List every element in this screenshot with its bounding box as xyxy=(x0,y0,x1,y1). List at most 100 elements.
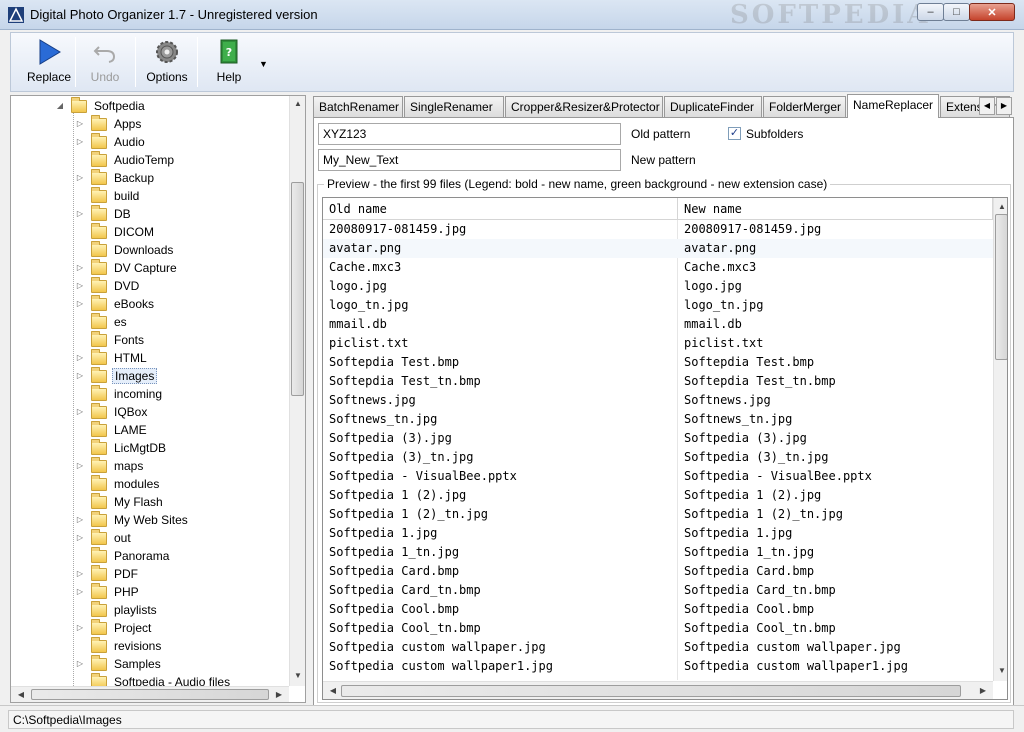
expand-icon[interactable]: ▷ xyxy=(75,353,85,362)
expand-icon[interactable]: ▷ xyxy=(75,263,85,272)
scroll-right-icon[interactable]: ▶ xyxy=(271,690,287,699)
close-button[interactable]: ✕ xyxy=(969,3,1015,21)
grid-horizontal-scrollbar[interactable]: ◀ ▶ xyxy=(323,681,993,699)
tab-cropper-resizer-protector[interactable]: Cropper&Resizer&Protector xyxy=(505,96,663,117)
table-row[interactable]: Cache.mxc3 Cache.mxc3 xyxy=(323,258,993,277)
expand-icon[interactable]: ▷ xyxy=(75,515,85,524)
tree-item[interactable]: Panorama xyxy=(75,546,171,565)
old-pattern-input[interactable] xyxy=(318,123,621,145)
expand-icon[interactable]: ▷ xyxy=(75,209,85,218)
tree-item[interactable]: Fonts xyxy=(75,330,146,349)
tab-scroll-left-icon[interactable]: ◀ xyxy=(979,97,995,115)
tree-item[interactable]: LAME xyxy=(75,420,149,439)
expand-icon[interactable]: ▷ xyxy=(75,587,85,596)
tree-item[interactable]: ▷ Samples xyxy=(75,654,163,673)
expand-icon[interactable]: ▷ xyxy=(75,371,85,380)
table-row[interactable]: avatar.png avatar.png xyxy=(323,239,993,258)
table-row[interactable]: Softepdia Test.bmp Softepdia Test.bmp xyxy=(323,353,993,372)
tree-item[interactable]: build xyxy=(75,186,141,205)
table-row[interactable]: Softpedia custom wallpaper.jpg Softpedia … xyxy=(323,638,993,657)
subfolders-checkbox[interactable]: ✓ xyxy=(728,127,741,140)
table-row[interactable]: Softpedia 1 (2)_tn.jpg Softpedia 1 (2)_tn… xyxy=(323,505,993,524)
tree-vertical-scrollbar[interactable]: ▲ ▼ xyxy=(289,96,305,686)
tree-item[interactable]: playlists xyxy=(75,600,159,619)
tree-item[interactable]: Softpedia - Audio files xyxy=(75,672,232,686)
expand-icon[interactable]: ▷ xyxy=(75,461,85,470)
scroll-up-icon[interactable]: ▲ xyxy=(994,202,1007,211)
tree-item[interactable]: incoming xyxy=(75,384,164,403)
expand-icon[interactable]: ▷ xyxy=(75,173,85,182)
expand-icon[interactable]: ▷ xyxy=(75,659,85,668)
table-row[interactable]: Softpedia Cool.bmp Softpedia Cool.bmp xyxy=(323,600,993,619)
options-button[interactable]: Options xyxy=(139,33,195,91)
table-row[interactable]: Softpedia Cool_tn.bmp Softpedia Cool_tn.b… xyxy=(323,619,993,638)
table-row[interactable]: logo_tn.jpg logo_tn.jpg xyxy=(323,296,993,315)
folder-tree[interactable]: ◢ Softpedia ▷ Apps ▷ Audio AudioTemp ▷ Backup b… xyxy=(10,95,306,703)
tree-item[interactable]: My Flash xyxy=(75,492,165,511)
expand-icon[interactable]: ▷ xyxy=(75,119,85,128)
collapse-icon[interactable]: ◢ xyxy=(55,101,65,110)
tree-item[interactable]: ▷ Images xyxy=(75,366,158,385)
minimize-button[interactable]: – xyxy=(917,3,944,21)
tree-item[interactable]: ▷ HTML xyxy=(75,348,149,367)
scroll-left-icon[interactable]: ◀ xyxy=(13,690,29,699)
tree-item[interactable]: ▷ IQBox xyxy=(75,402,149,421)
expand-icon[interactable]: ▷ xyxy=(75,533,85,542)
tree-item[interactable]: ▷ PHP xyxy=(75,582,141,601)
table-row[interactable]: 20080917-081459.jpg 20080917-081459.jpg xyxy=(323,220,993,239)
tab-foldermerger[interactable]: FolderMerger xyxy=(763,96,846,117)
tree-item[interactable]: modules xyxy=(75,474,161,493)
table-row[interactable]: Softpedia (3).jpg Softpedia (3).jpg xyxy=(323,429,993,448)
table-row[interactable]: Softpedia custom wallpaper1.jpg Softpedia… xyxy=(323,657,993,676)
expand-icon[interactable]: ▷ xyxy=(75,299,85,308)
scroll-right-icon[interactable]: ▶ xyxy=(975,686,991,695)
table-row[interactable]: Softnews_tn.jpg Softnews_tn.jpg xyxy=(323,410,993,429)
table-row[interactable]: Softepdia Test_tn.bmp Softepdia Test_tn.b… xyxy=(323,372,993,391)
undo-button[interactable]: Undo xyxy=(77,33,133,91)
tree-item[interactable]: ▷ My Web Sites xyxy=(75,510,190,529)
tab-singlerenamer[interactable]: SingleRenamer xyxy=(404,96,504,117)
table-row[interactable]: Softpedia Card_tn.bmp Softpedia Card_tn.b… xyxy=(323,581,993,600)
tree-item[interactable]: ▷ out xyxy=(75,528,133,547)
table-row[interactable]: logo.jpg logo.jpg xyxy=(323,277,993,296)
expand-icon[interactable]: ▷ xyxy=(75,281,85,290)
scroll-down-icon[interactable]: ▼ xyxy=(994,666,1007,675)
tree-item[interactable]: DICOM xyxy=(75,222,156,241)
grid-hscroll-thumb[interactable] xyxy=(341,685,961,697)
table-row[interactable]: Softpedia - VisualBee.pptx Softpedia - Vi… xyxy=(323,467,993,486)
replace-button[interactable]: Replace xyxy=(19,33,79,91)
tree-hscroll-thumb[interactable] xyxy=(31,689,269,700)
scroll-left-icon[interactable]: ◀ xyxy=(325,686,341,695)
grid-vertical-scrollbar[interactable]: ▲ ▼ xyxy=(993,198,1007,681)
preview-grid[interactable]: Old name New name 20080917-081459.jpg 200… xyxy=(322,197,1008,700)
tree-item[interactable]: revisions xyxy=(75,636,163,655)
table-row[interactable]: piclist.txt piclist.txt xyxy=(323,334,993,353)
tree-item[interactable]: ▷ Project xyxy=(75,618,153,637)
expand-icon[interactable]: ▷ xyxy=(75,407,85,416)
table-row[interactable]: Softpedia 1.jpg Softpedia 1.jpg xyxy=(323,524,993,543)
scroll-up-icon[interactable]: ▲ xyxy=(290,99,306,108)
expand-icon[interactable]: ▷ xyxy=(75,623,85,632)
tree-item[interactable]: ▷ maps xyxy=(75,456,145,475)
help-button[interactable]: ? Help xyxy=(201,33,257,91)
grid-scroll-thumb[interactable] xyxy=(995,214,1007,360)
table-row[interactable]: mmail.db mmail.db xyxy=(323,315,993,334)
tab-duplicatefinder[interactable]: DuplicateFinder xyxy=(664,96,762,117)
table-row[interactable]: Softpedia 1 (2).jpg Softpedia 1 (2).jpg xyxy=(323,486,993,505)
expand-icon[interactable]: ▷ xyxy=(75,569,85,578)
tree-scroll-thumb[interactable] xyxy=(291,182,304,396)
table-row[interactable]: Softnews.jpg Softnews.jpg xyxy=(323,391,993,410)
expand-icon[interactable]: ▷ xyxy=(75,137,85,146)
tree-item[interactable]: LicMgtDB xyxy=(75,438,168,457)
tree-item[interactable]: ▷ PDF xyxy=(75,564,140,583)
tree-item[interactable]: ▷ eBooks xyxy=(75,294,156,313)
tree-horizontal-scrollbar[interactable]: ◀ ▶ xyxy=(11,686,289,702)
tree-item[interactable]: Downloads xyxy=(75,240,175,259)
tree-root-item[interactable]: ◢ Softpedia xyxy=(55,96,147,115)
scroll-down-icon[interactable]: ▼ xyxy=(290,671,306,680)
tree-item[interactable]: ▷ DV Capture xyxy=(75,258,179,277)
tab-namereplacer[interactable]: NameReplacer xyxy=(847,94,939,118)
column-header-new-name[interactable]: New name xyxy=(678,198,993,220)
table-row[interactable]: Softpedia (3)_tn.jpg Softpedia (3)_tn.jpg xyxy=(323,448,993,467)
table-row[interactable]: Softpedia Card.bmp Softpedia Card.bmp xyxy=(323,562,993,581)
